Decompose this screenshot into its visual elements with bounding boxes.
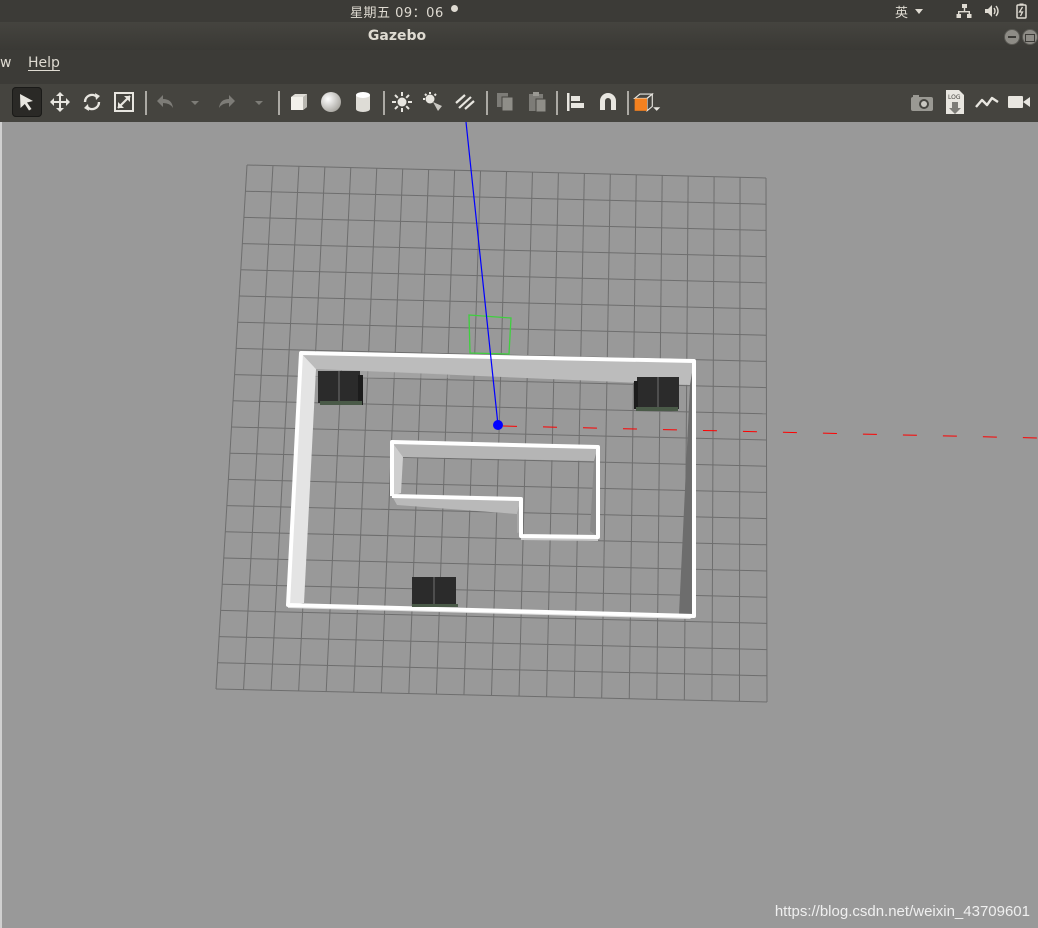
- align-button[interactable]: [561, 87, 591, 117]
- undo-icon: [157, 95, 173, 108]
- chevron-down-icon: [915, 9, 923, 14]
- paste-button[interactable]: [522, 87, 552, 117]
- box-icon: [291, 94, 307, 110]
- network-icon[interactable]: [955, 2, 973, 20]
- redo-button[interactable]: [212, 87, 242, 117]
- maximize-button[interactable]: [1022, 29, 1038, 45]
- toolbar-separator: [556, 91, 558, 115]
- viewport-left-border: [0, 122, 2, 928]
- redo-history-chevron-icon[interactable]: [254, 99, 264, 107]
- origin-marker[interactable]: [493, 420, 503, 430]
- undo-button[interactable]: [150, 87, 180, 117]
- directional-light-icon: [455, 94, 475, 110]
- scene-viewport[interactable]: [0, 122, 1038, 928]
- toolbar-separator: [383, 91, 385, 115]
- plot-button[interactable]: [972, 87, 1002, 117]
- camera-icon: [911, 95, 933, 111]
- toolbar: LOG: [0, 84, 1038, 123]
- battery-icon[interactable]: [1012, 2, 1030, 20]
- toolbar-separator: [627, 91, 629, 115]
- paste-icon: [529, 92, 547, 113]
- rotate-icon: [83, 93, 101, 111]
- copy-icon: [497, 93, 514, 112]
- copy-button[interactable]: [490, 87, 520, 117]
- line-chart-icon: [975, 96, 999, 108]
- cylinder-icon: [356, 92, 370, 112]
- redo-icon: [219, 95, 235, 108]
- toolbar-separator: [278, 91, 280, 115]
- grid-line: [738, 177, 741, 702]
- point-light-icon: [392, 92, 412, 112]
- sphere-shape-button[interactable]: [316, 87, 346, 117]
- toolbar-separator: [486, 91, 488, 115]
- window-title: Gazebo: [367, 28, 427, 44]
- system-top-panel: 星期五 09：06 英: [0, 0, 1038, 22]
- scale-icon: [114, 92, 134, 112]
- sphere-icon: [321, 92, 341, 112]
- change-view-button[interactable]: [632, 87, 662, 117]
- menu-view[interactable]: w: [0, 55, 11, 71]
- svg-text:LOG: LOG: [948, 94, 961, 101]
- obstacle-box-1[interactable]: [318, 371, 363, 405]
- toolbar-separator: [145, 91, 147, 115]
- clock[interactable]: 星期五 09：06: [350, 2, 444, 21]
- menu-bar: w Help: [0, 50, 1038, 84]
- window-title-bar[interactable]: Gazebo: [0, 22, 1038, 50]
- align-icon: [567, 93, 584, 111]
- volume-icon[interactable]: [983, 2, 1001, 20]
- spot-light-button[interactable]: [418, 87, 448, 117]
- video-camera-icon: [1008, 96, 1030, 108]
- translate-mode-button[interactable]: [45, 87, 75, 117]
- log-button[interactable]: LOG: [940, 87, 970, 117]
- undo-history-chevron-icon[interactable]: [190, 99, 200, 107]
- spot-light-icon: [423, 92, 442, 111]
- menu-help[interactable]: Help: [28, 55, 60, 71]
- obstacle-box-2[interactable]: [634, 377, 679, 411]
- rotate-mode-button[interactable]: [77, 87, 107, 117]
- log-icon: LOG: [946, 90, 964, 114]
- screenshot-button[interactable]: [907, 87, 937, 117]
- select-mode-button[interactable]: [12, 87, 42, 117]
- point-light-button[interactable]: [387, 87, 417, 117]
- directional-light-button[interactable]: [450, 87, 480, 117]
- snap-button[interactable]: [593, 87, 623, 117]
- minimize-button[interactable]: [1004, 29, 1020, 45]
- scale-mode-button[interactable]: [109, 87, 139, 117]
- view-angle-icon: [633, 92, 661, 113]
- arrow-pointer-icon: [20, 94, 33, 111]
- obstacle-box-3[interactable]: [412, 577, 458, 607]
- watermark: https://blog.csdn.net/weixin_43709601: [774, 903, 1030, 920]
- magnet-icon: [600, 93, 616, 110]
- box-shape-button[interactable]: [284, 87, 314, 117]
- cylinder-shape-button[interactable]: [348, 87, 378, 117]
- input-method-indicator[interactable]: 英: [895, 2, 908, 21]
- record-video-button[interactable]: [1004, 87, 1034, 117]
- move-arrows-icon: [50, 92, 70, 112]
- notification-dot: [451, 5, 458, 12]
